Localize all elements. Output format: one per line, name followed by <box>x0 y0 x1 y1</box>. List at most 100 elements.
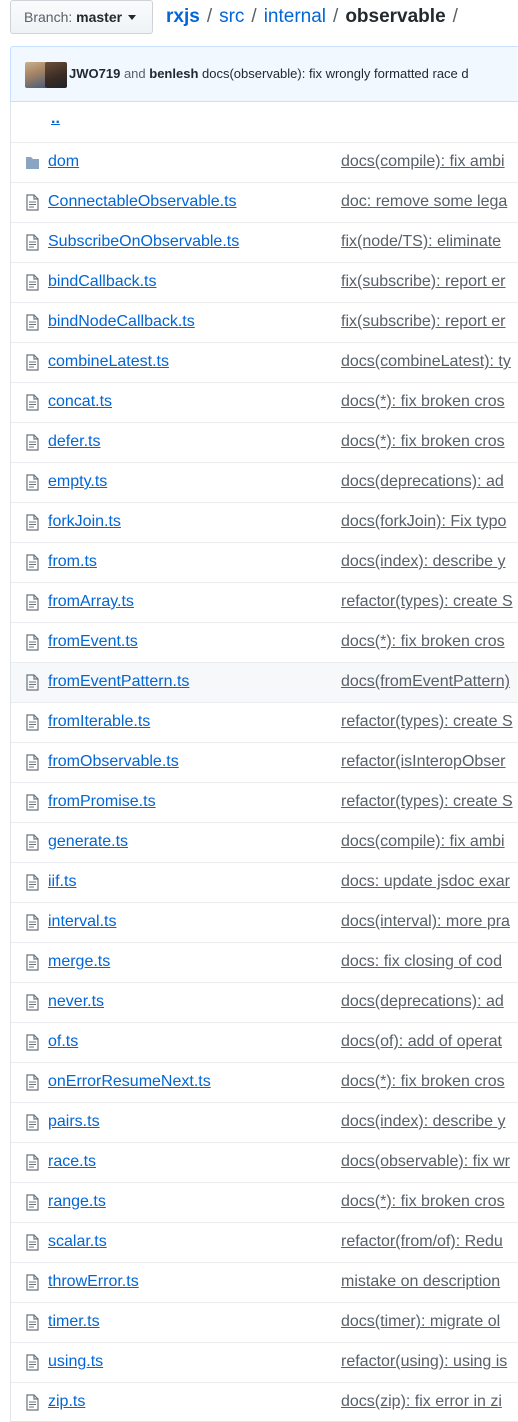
file-row[interactable]: timer.ts docs(timer): migrate ol <box>11 1302 518 1342</box>
commit-message-link[interactable]: doc: remove some lega <box>341 192 507 212</box>
file-name-link[interactable]: pairs.ts <box>48 1112 100 1132</box>
commit-message-link[interactable]: docs(index): describe y <box>341 1112 506 1132</box>
commit-message-link[interactable]: refactor(types): create S <box>341 792 513 812</box>
commit-message-link[interactable]: docs(compile): fix ambi <box>341 832 505 852</box>
commit-message-link[interactable]: docs(zip): fix error in zi <box>341 1392 502 1412</box>
file-name-link[interactable]: bindNodeCallback.ts <box>48 312 195 332</box>
parent-dir-link[interactable]: .. <box>51 110 60 128</box>
file-row[interactable]: range.ts docs(*): fix broken cros <box>11 1182 518 1222</box>
file-row[interactable]: pairs.ts docs(index): describe y <box>11 1102 518 1142</box>
file-name-link[interactable]: concat.ts <box>48 392 112 412</box>
file-row[interactable]: empty.ts docs(deprecations): ad <box>11 462 518 502</box>
file-name-link[interactable]: defer.ts <box>48 432 100 452</box>
commit-message-link[interactable]: docs: fix closing of cod <box>341 952 502 972</box>
file-row[interactable]: interval.ts docs(interval): more pra <box>11 902 518 942</box>
file-name-link[interactable]: from.ts <box>48 552 97 572</box>
file-row[interactable]: scalar.ts refactor(from/of): Redu <box>11 1222 518 1262</box>
file-name-link[interactable]: forkJoin.ts <box>48 512 121 532</box>
breadcrumb-link-internal[interactable]: internal <box>264 6 326 27</box>
breadcrumb-link-src[interactable]: src <box>219 6 244 27</box>
file-row[interactable]: bindNodeCallback.ts fix(subscribe): repor… <box>11 302 518 342</box>
commit-message-link[interactable]: docs(observable): fix wr <box>341 1152 510 1172</box>
file-name-link[interactable]: combineLatest.ts <box>48 352 169 372</box>
commit-author-link[interactable]: JWO719 <box>69 66 120 81</box>
file-row[interactable]: throwError.ts mistake on description <box>11 1262 518 1302</box>
commit-message-link[interactable]: docs(of): add of operat <box>341 1032 502 1052</box>
file-row[interactable]: fromPromise.ts refactor(types): create S <box>11 782 518 822</box>
commit-message-link[interactable]: docs(combineLatest): ty <box>341 352 511 372</box>
file-name-link[interactable]: range.ts <box>48 1192 106 1212</box>
file-row[interactable]: ConnectableObservable.ts doc: remove some… <box>11 182 518 222</box>
file-row[interactable]: from.ts docs(index): describe y <box>11 542 518 582</box>
file-row[interactable]: race.ts docs(observable): fix wr <box>11 1142 518 1182</box>
commit-message-link[interactable]: refactor(isInteropObser <box>341 752 506 772</box>
commit-message-link[interactable]: docs(*): fix broken cros <box>341 632 505 652</box>
avatar[interactable] <box>45 62 67 88</box>
commit-message-link[interactable]: docs(*): fix broken cros <box>341 432 505 452</box>
commit-message-link[interactable]: fix(subscribe): report er <box>341 312 506 332</box>
file-name-link[interactable]: zip.ts <box>48 1392 85 1412</box>
file-name-link[interactable]: of.ts <box>48 1032 78 1052</box>
folder-name-link[interactable]: dom <box>48 152 79 172</box>
file-row[interactable]: fromIterable.ts refactor(types): create S <box>11 702 518 742</box>
file-row[interactable]: generate.ts docs(compile): fix ambi <box>11 822 518 862</box>
commit-message-link[interactable]: docs(compile): fix ambi <box>341 152 505 172</box>
commit-message-link[interactable]: docs(timer): migrate ol <box>341 1312 500 1332</box>
file-name-link[interactable]: onErrorResumeNext.ts <box>48 1072 211 1092</box>
file-name-link[interactable]: interval.ts <box>48 912 116 932</box>
commit-message-link[interactable]: fix(node/TS): eliminate <box>341 232 501 252</box>
commit-message-link[interactable]: refactor(types): create S <box>341 592 513 612</box>
file-row[interactable]: concat.ts docs(*): fix broken cros <box>11 382 518 422</box>
branch-select-button[interactable]: Branch: master <box>10 0 153 34</box>
commit-message-link[interactable]: docs(deprecations): ad <box>341 992 504 1012</box>
file-name-link[interactable]: race.ts <box>48 1152 96 1172</box>
parent-dir-row[interactable]: .. <box>11 102 518 142</box>
file-name-link[interactable]: fromObservable.ts <box>48 752 179 772</box>
commit-message-link[interactable]: mistake on description <box>341 1272 500 1292</box>
file-name-link[interactable]: merge.ts <box>48 952 110 972</box>
commit-message-link[interactable]: docs(observable): fix wrongly formatted … <box>202 66 469 81</box>
file-name-link[interactable]: fromEventPattern.ts <box>48 672 189 692</box>
file-name-link[interactable]: empty.ts <box>48 472 107 492</box>
file-name-link[interactable]: fromPromise.ts <box>48 792 156 812</box>
file-name-link[interactable]: ConnectableObservable.ts <box>48 192 237 212</box>
file-row[interactable]: iif.ts docs: update jsdoc exar <box>11 862 518 902</box>
file-name-link[interactable]: fromEvent.ts <box>48 632 138 652</box>
file-name-link[interactable]: iif.ts <box>48 872 76 892</box>
commit-message-link[interactable]: docs(*): fix broken cros <box>341 1192 505 1212</box>
file-name-link[interactable]: throwError.ts <box>48 1272 139 1292</box>
file-row[interactable]: defer.ts docs(*): fix broken cros <box>11 422 518 462</box>
file-name-link[interactable]: SubscribeOnObservable.ts <box>48 232 239 252</box>
file-row[interactable]: never.ts docs(deprecations): ad <box>11 982 518 1022</box>
commit-message-link[interactable]: docs(*): fix broken cros <box>341 392 505 412</box>
commit-message-link[interactable]: docs(index): describe y <box>341 552 506 572</box>
commit-message-link[interactable]: refactor(types): create S <box>341 712 513 732</box>
breadcrumb-root-link[interactable]: rxjs <box>166 6 200 27</box>
file-name-link[interactable]: timer.ts <box>48 1312 100 1332</box>
file-row[interactable]: bindCallback.ts fix(subscribe): report er <box>11 262 518 302</box>
file-row[interactable]: forkJoin.ts docs(forkJoin): Fix typo <box>11 502 518 542</box>
file-name-link[interactable]: never.ts <box>48 992 104 1012</box>
commit-message-link[interactable]: refactor(from/of): Redu <box>341 1232 503 1252</box>
file-row[interactable]: combineLatest.ts docs(combineLatest): ty <box>11 342 518 382</box>
file-name-link[interactable]: fromArray.ts <box>48 592 134 612</box>
file-name-link[interactable]: fromIterable.ts <box>48 712 150 732</box>
commit-message-link[interactable]: docs(*): fix broken cros <box>341 1072 505 1092</box>
file-name-link[interactable]: generate.ts <box>48 832 128 852</box>
file-row[interactable]: of.ts docs(of): add of operat <box>11 1022 518 1062</box>
file-name-link[interactable]: scalar.ts <box>48 1232 107 1252</box>
commit-message-link[interactable]: docs(deprecations): ad <box>341 472 504 492</box>
file-row[interactable]: onErrorResumeNext.ts docs(*): fix broken … <box>11 1062 518 1102</box>
commit-message-link[interactable]: docs(fromEventPattern) <box>341 672 510 692</box>
file-row[interactable]: fromObservable.ts refactor(isInteropObser <box>11 742 518 782</box>
file-row[interactable]: using.ts refactor(using): using is <box>11 1342 518 1382</box>
file-row[interactable]: merge.ts docs: fix closing of cod <box>11 942 518 982</box>
commit-author-link[interactable]: benlesh <box>149 66 198 81</box>
commit-message-link[interactable]: docs(forkJoin): Fix typo <box>341 512 506 532</box>
file-row[interactable]: fromEvent.ts docs(*): fix broken cros <box>11 622 518 662</box>
file-name-link[interactable]: bindCallback.ts <box>48 272 157 292</box>
commit-message-link[interactable]: docs(interval): more pra <box>341 912 510 932</box>
commit-message-link[interactable]: refactor(using): using is <box>341 1352 507 1372</box>
file-row[interactable]: fromEventPattern.ts docs(fromEventPattern… <box>11 662 518 702</box>
file-name-link[interactable]: using.ts <box>48 1352 103 1372</box>
